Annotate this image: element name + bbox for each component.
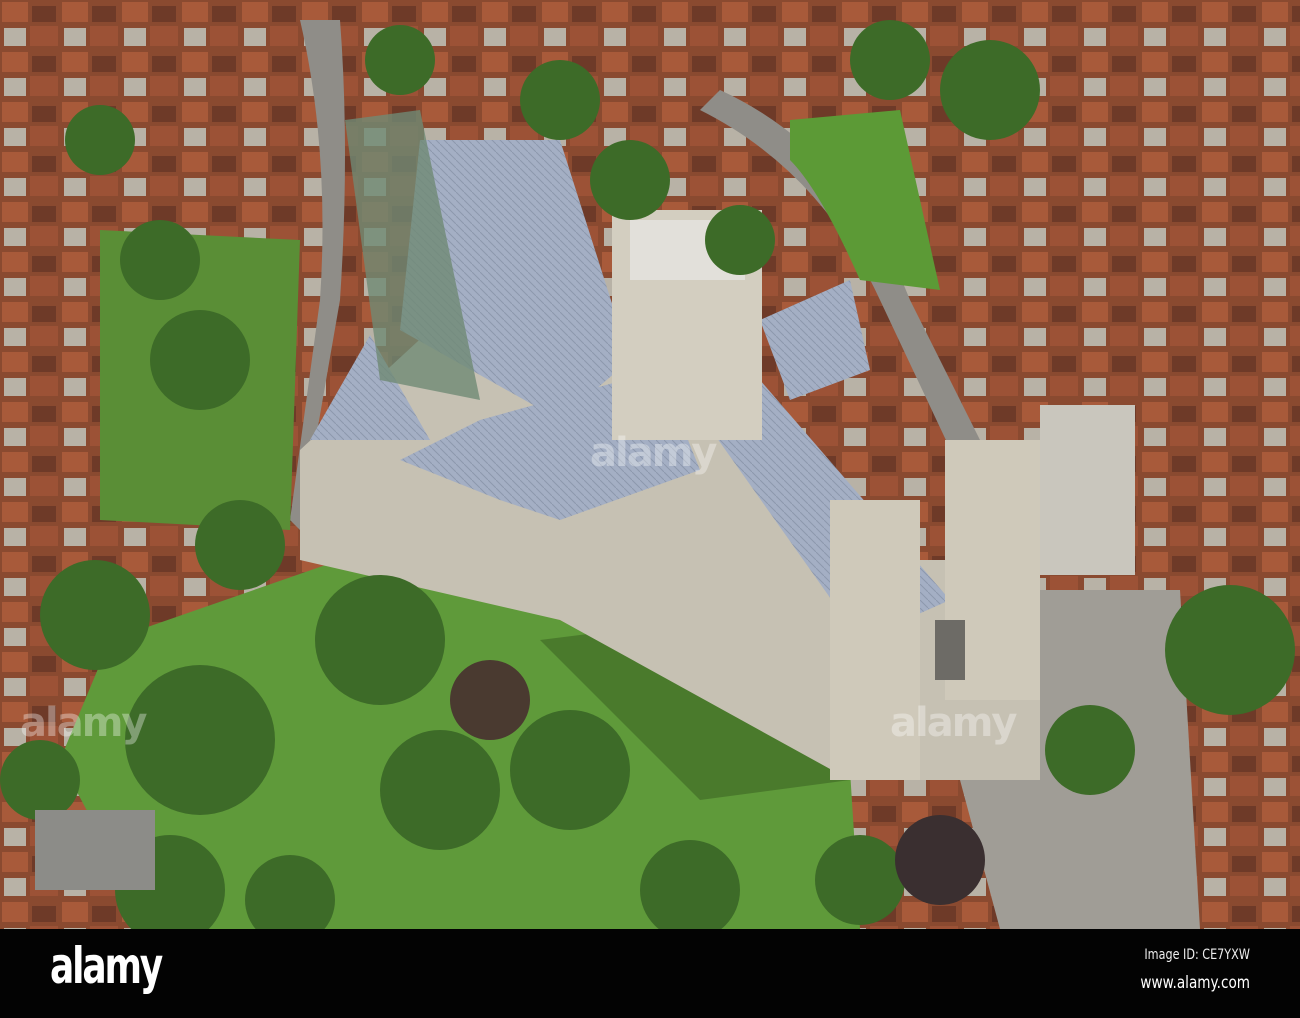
building	[35, 810, 155, 890]
watermark: alamy	[590, 430, 717, 476]
footer-bar: alamy Image ID: CE7YXW www.alamy.com	[0, 929, 1300, 1018]
image-id: Image ID: CE7YXW	[1144, 947, 1250, 963]
alamy-logo: alamy	[50, 937, 163, 995]
watermark: alamy	[890, 700, 1017, 746]
website-link[interactable]: www.alamy.com	[1140, 973, 1250, 993]
watermark: alamy	[20, 700, 147, 746]
stock-photo: alamy alamy alamy alamy Image ID: CE7YXW…	[0, 0, 1300, 1018]
